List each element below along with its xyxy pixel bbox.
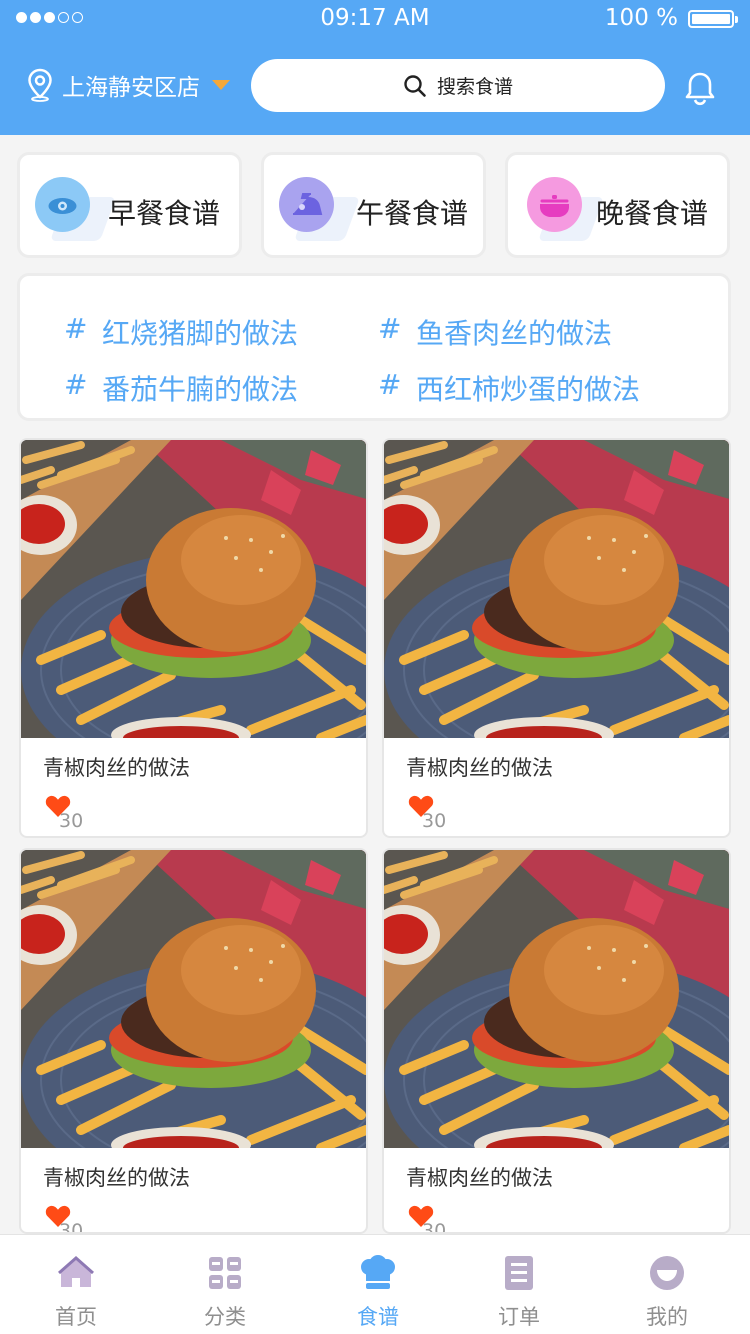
like-count: 30 xyxy=(422,810,447,832)
search-icon xyxy=(404,74,426,97)
recipe-image xyxy=(384,850,729,1148)
bell-icon[interactable] xyxy=(682,70,718,106)
tab-orders[interactable]: 订单 xyxy=(444,1235,594,1334)
meal-card-breakfast[interactable]: 早餐食谱 xyxy=(17,152,242,258)
tab-category[interactable]: 分类 xyxy=(150,1235,300,1334)
status-bar: 09:17 AM 100 % xyxy=(0,0,750,38)
home-icon xyxy=(58,1255,94,1287)
tag-label: 西红柿炒蛋的做法 xyxy=(416,373,641,406)
like-count: 30 xyxy=(59,1220,84,1234)
recipe-title: 青椒肉丝的做法 xyxy=(406,756,553,780)
recipe-image xyxy=(384,440,729,738)
hot-tags-panel: # 红烧猪脚的做法 # 鱼香肉丝的做法 # 番茄牛腩的做法 # 西红柿炒蛋的做法 xyxy=(17,273,731,421)
recipe-card[interactable]: 青椒肉丝的做法 30 xyxy=(382,848,731,1234)
tab-home[interactable]: 首页 xyxy=(1,1235,151,1334)
recipe-card[interactable]: 青椒肉丝的做法 30 xyxy=(19,438,368,838)
battery-icon xyxy=(688,10,738,28)
grid-icon xyxy=(209,1257,241,1289)
like-count: 30 xyxy=(422,1220,447,1234)
tag-label: 鱼香肉丝的做法 xyxy=(416,317,613,350)
chevron-down-icon xyxy=(212,80,230,90)
recipe-image xyxy=(21,850,366,1148)
tag-item[interactable]: # 番茄牛腩的做法 xyxy=(64,368,298,408)
recipe-title: 青椒肉丝的做法 xyxy=(43,756,190,780)
list-icon xyxy=(505,1256,533,1290)
location-name: 上海静安区店 xyxy=(62,75,200,101)
tag-item[interactable]: # 鱼香肉丝的做法 xyxy=(378,312,612,352)
recipe-title: 青椒肉丝的做法 xyxy=(43,1166,190,1190)
hash-icon: # xyxy=(64,368,88,401)
recipe-card[interactable]: 青椒肉丝的做法 30 xyxy=(19,848,368,1234)
hash-icon: # xyxy=(378,312,402,345)
pot-icon xyxy=(527,177,582,232)
eye-icon xyxy=(35,177,90,232)
tab-profile[interactable]: 我的 xyxy=(592,1235,742,1334)
meal-label: 早餐食谱 xyxy=(108,197,221,230)
tag-item[interactable]: # 西红柿炒蛋的做法 xyxy=(378,368,640,408)
tag-label: 红烧猪脚的做法 xyxy=(102,317,299,350)
tab-recipes[interactable]: 食谱 xyxy=(303,1235,453,1334)
recipe-title: 青椒肉丝的做法 xyxy=(406,1166,553,1190)
tab-label: 我的 xyxy=(646,1305,688,1329)
app-header: 09:17 AM 100 % 上海静安区店 搜索食谱 xyxy=(0,0,750,135)
meal-label: 晚餐食谱 xyxy=(596,197,709,230)
meal-card-dinner[interactable]: 晚餐食谱 xyxy=(505,152,730,258)
tab-label: 分类 xyxy=(204,1305,246,1329)
like-count: 30 xyxy=(59,810,84,832)
tab-label: 食谱 xyxy=(357,1305,399,1329)
recipe-card[interactable]: 青椒肉丝的做法 30 xyxy=(382,438,731,838)
hash-icon: # xyxy=(378,368,402,401)
iron-icon xyxy=(279,177,334,232)
meal-card-lunch[interactable]: 午餐食谱 xyxy=(261,152,486,258)
battery-percent: 100 % xyxy=(604,5,678,31)
search-placeholder: 搜索食谱 xyxy=(436,76,513,98)
search-bar[interactable]: 搜索食谱 xyxy=(251,59,665,112)
location-pin-icon xyxy=(28,68,52,102)
tag-item[interactable]: # 红烧猪脚的做法 xyxy=(64,312,298,352)
bottom-tab-bar: 首页 分类 食谱 订单 我的 xyxy=(0,1234,750,1334)
meal-label: 午餐食谱 xyxy=(356,197,469,230)
tab-label: 订单 xyxy=(498,1305,540,1329)
chef-hat-icon xyxy=(361,1255,395,1289)
tab-label: 首页 xyxy=(55,1305,97,1329)
hash-icon: # xyxy=(64,312,88,345)
profile-icon xyxy=(650,1256,684,1290)
location-selector[interactable]: 上海静安区店 xyxy=(26,68,230,102)
tag-label: 番茄牛腩的做法 xyxy=(102,373,299,406)
recipe-image xyxy=(21,440,366,738)
